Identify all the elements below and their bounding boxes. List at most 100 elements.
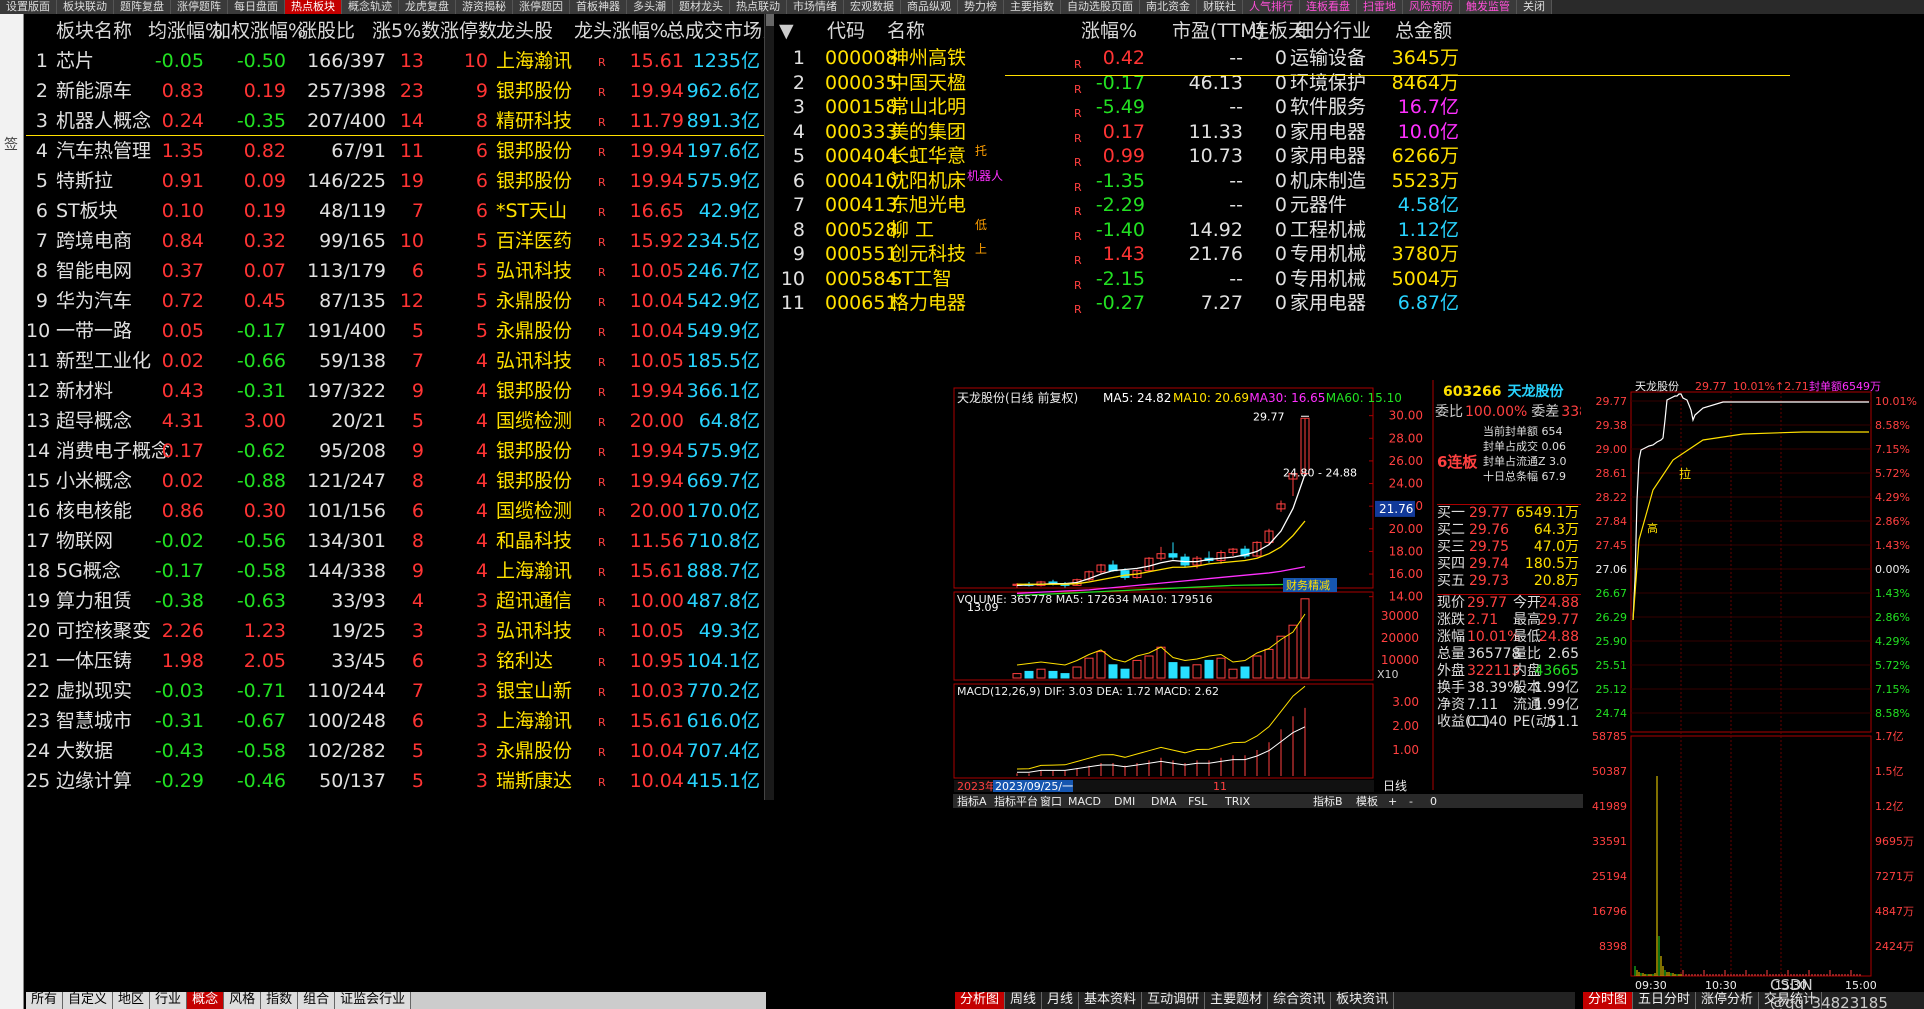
intraday-tab-0[interactable]: 分时图 bbox=[1583, 992, 1634, 1009]
top-tab-20[interactable]: 南北资金 bbox=[1140, 0, 1197, 14]
indicator-tab-1[interactable]: 指标平台 bbox=[994, 794, 1038, 808]
top-tab-12[interactable]: 题材龙头 bbox=[673, 0, 730, 14]
intraday-chart[interactable]: 天龙股份 29.77 10.01% ↑2.71 封单额6549万29.7729.3829… bbox=[1583, 380, 1924, 992]
category-tab-2[interactable]: 地区 bbox=[113, 992, 151, 1009]
sector-row[interactable]: 10 一带一路 0.05 -0.17 191/400 5 5 永鼎股份 10.04 549.9亿 R bbox=[26, 316, 766, 346]
top-tab-4[interactable]: 每日盘面 bbox=[228, 0, 285, 14]
top-tab-17[interactable]: 势力榜 bbox=[958, 0, 1004, 14]
category-tab-6[interactable]: 指数 bbox=[261, 992, 299, 1009]
sector-scrollbar[interactable] bbox=[764, 14, 774, 800]
top-tab-3[interactable]: 涨停题阵 bbox=[171, 0, 228, 14]
analysis-tab-0[interactable]: 分析图 bbox=[955, 992, 1006, 1009]
sector-row[interactable]: 3 机器人概念 0.24 -0.35 207/400 14 8 精研科技 11.79 891.3亿… bbox=[26, 106, 766, 136]
category-tab-8[interactable]: 证监会行业 bbox=[335, 992, 412, 1009]
indicator-tab-5[interactable]: DMA bbox=[1151, 795, 1177, 808]
sector-row[interactable]: 7 跨境电商 0.84 0.32 99/165 10 5 百洋医药 15.92 234.5亿 R bbox=[26, 226, 766, 256]
top-tab-27[interactable]: 关闭 bbox=[1517, 0, 1552, 14]
stock-header-1[interactable]: 名称 bbox=[887, 16, 925, 46]
analysis-tab-4[interactable]: 互动调研 bbox=[1142, 992, 1206, 1009]
top-tab-16[interactable]: 商品纵观 bbox=[901, 0, 958, 14]
intraday-tab-1[interactable]: 五日分时 bbox=[1633, 992, 1697, 1009]
intraday-tab-2[interactable]: 涨停分析 bbox=[1696, 992, 1760, 1009]
stock-row[interactable]: 11 000651 格力电器 -0.27 7.27 0 家用电器 6.87亿 R bbox=[777, 291, 1924, 316]
sector-header-2[interactable]: 加权涨幅% bbox=[212, 16, 306, 46]
indicator-tab-4[interactable]: DMI bbox=[1114, 795, 1135, 808]
category-tab-1[interactable]: 自定义 bbox=[63, 992, 114, 1009]
analysis-tab-3[interactable]: 基本资料 bbox=[1079, 992, 1143, 1009]
sector-row[interactable]: 18 5G概念 -0.17 -0.58 144/338 9 4 上海瀚讯 15.61 888.7亿… bbox=[26, 556, 766, 586]
indicator-right-1[interactable]: 模板 bbox=[1356, 794, 1378, 808]
indicator-right-4[interactable]: 0 bbox=[1430, 795, 1437, 808]
sector-header-0[interactable]: 板块名称 bbox=[56, 16, 132, 46]
top-tab-24[interactable]: 扫雷地 bbox=[1357, 0, 1403, 14]
scroll-up-arrow[interactable] bbox=[766, 14, 774, 26]
sector-row[interactable]: 25 边缘计算 -0.29 -0.46 50/137 5 3 瑞斯康达 10.04 415.1亿 R bbox=[26, 766, 766, 796]
period-button[interactable]: 日线 bbox=[1383, 779, 1407, 793]
analysis-tab-6[interactable]: 综合资讯 bbox=[1268, 992, 1332, 1009]
top-tab-0[interactable]: 设置版面 bbox=[0, 0, 57, 14]
top-tab-21[interactable]: 财联社 bbox=[1197, 0, 1243, 14]
indicator-tab-3[interactable]: MACD bbox=[1068, 795, 1101, 808]
top-tab-23[interactable]: 连板看盘 bbox=[1300, 0, 1357, 14]
analysis-tab-1[interactable]: 周线 bbox=[1005, 992, 1043, 1009]
category-tab-0[interactable]: 所有 bbox=[26, 992, 64, 1009]
top-tab-19[interactable]: 自动选股页面 bbox=[1061, 0, 1140, 14]
indicator-tab-0[interactable]: 指标A bbox=[957, 794, 987, 808]
sector-row[interactable]: 20 可控核聚变 2.26 1.23 19/25 3 3 弘讯科技 10.05 49.3亿 R bbox=[26, 616, 766, 646]
category-tab-5[interactable]: 风格 bbox=[224, 992, 262, 1009]
top-tab-7[interactable]: 龙虎复盘 bbox=[399, 0, 456, 14]
sector-row[interactable]: 11 新型工业化 0.02 -0.66 59/138 7 4 弘讯科技 10.05 185.5亿 R bbox=[26, 346, 766, 376]
analysis-tab-2[interactable]: 月线 bbox=[1042, 992, 1080, 1009]
top-tab-6[interactable]: 概念轨迹 bbox=[342, 0, 399, 14]
sector-row[interactable]: 5 特斯拉 0.91 0.09 146/225 19 6 银邦股份 19.94 575.9亿 R bbox=[26, 166, 766, 196]
top-tab-10[interactable]: 首板神器 bbox=[570, 0, 627, 14]
category-tab-4[interactable]: 概念 bbox=[187, 992, 225, 1009]
sector-row[interactable]: 4 汽车热管理 1.35 0.82 67/91 11 6 银邦股份 19.94 197.6亿 R bbox=[26, 136, 766, 166]
sector-header-7[interactable]: 龙头涨幅% bbox=[574, 16, 668, 46]
sector-row[interactable]: 8 智能电网 0.37 0.07 113/179 6 5 弘讯科技 10.05 246.7亿 R bbox=[26, 256, 766, 286]
top-tab-8[interactable]: 游资揭秘 bbox=[456, 0, 513, 14]
category-tab-7[interactable]: 组合 bbox=[298, 992, 336, 1009]
indicator-tab-6[interactable]: FSL bbox=[1188, 795, 1208, 808]
sector-header-3[interactable]: 涨股比 bbox=[298, 16, 355, 46]
sector-header-8[interactable]: 总成交 bbox=[666, 16, 723, 46]
sector-row[interactable]: 2 新能源车 0.83 0.19 257/398 23 9 银邦股份 19.94 962.6亿 R bbox=[26, 76, 766, 106]
stock-header-0[interactable]: 代码 bbox=[827, 16, 865, 46]
sector-row[interactable]: 14 消费电子概念 0.17 -0.62 95/208 9 4 银邦股份 19.94 575.9亿… bbox=[26, 436, 766, 466]
top-tab-18[interactable]: 主要指数 bbox=[1004, 0, 1061, 14]
finance-badge[interactable]: 财务精减 bbox=[1286, 578, 1330, 592]
top-tab-1[interactable]: 板块联动 bbox=[57, 0, 114, 14]
analysis-tab-7[interactable]: 板块资讯 bbox=[1331, 992, 1395, 1009]
sector-row[interactable]: 1 芯片 -0.05 -0.50 166/397 13 10 上海瀚讯 15.61 1235亿 R bbox=[26, 46, 766, 76]
indicator-right-3[interactable]: - bbox=[1409, 795, 1413, 808]
sector-row[interactable]: 23 智慧城市 -0.31 -0.67 100/248 6 3 上海瀚讯 15.61 616.0亿… bbox=[26, 706, 766, 736]
sector-row[interactable]: 19 算力租赁 -0.38 -0.63 33/93 4 3 超讯通信 10.00 487.8亿 R bbox=[26, 586, 766, 616]
sector-row[interactable]: 9 华为汽车 0.72 0.45 87/135 12 5 永鼎股份 10.04 542.9亿 R bbox=[26, 286, 766, 316]
top-tab-25[interactable]: 风险预防 bbox=[1403, 0, 1460, 14]
sector-row[interactable]: 24 大数据 -0.43 -0.58 102/282 5 3 永鼎股份 10.04 707.4亿 R bbox=[26, 736, 766, 766]
top-tab-14[interactable]: 市场情绪 bbox=[787, 0, 844, 14]
sector-row[interactable]: 17 物联网 -0.02 -0.56 134/301 8 4 和晶科技 11.56 710.8亿 R bbox=[26, 526, 766, 556]
sector-header-6[interactable]: 龙头股 bbox=[496, 16, 553, 46]
sector-row[interactable]: 12 新材料 0.43 -0.31 197/322 9 4 银邦股份 19.94 366.1亿 R bbox=[26, 376, 766, 406]
sector-header-9[interactable]: 市场比 bbox=[724, 16, 766, 46]
sector-header-4[interactable]: 涨5%数 bbox=[372, 16, 440, 46]
sector-row[interactable]: 15 小米概念 0.02 -0.88 121/247 8 4 银邦股份 19.94 669.7亿 R bbox=[26, 466, 766, 496]
indicator-right-0[interactable]: 指标B bbox=[1313, 794, 1343, 808]
indicator-tab-2[interactable]: 窗口 bbox=[1040, 794, 1062, 808]
top-tab-13[interactable]: 热点联动 bbox=[730, 0, 787, 14]
indicator-right-2[interactable]: + bbox=[1388, 795, 1397, 808]
sector-row[interactable]: 13 超导概念 4.31 3.00 20/21 5 4 国缆检测 20.00 64.8亿 R bbox=[26, 406, 766, 436]
top-tab-9[interactable]: 涨停题因 bbox=[513, 0, 570, 14]
top-tab-26[interactable]: 触发监管 bbox=[1460, 0, 1517, 14]
sector-row[interactable]: 21 一体压铸 1.98 2.05 33/45 6 3 铭利达 10.95 104.1亿 R bbox=[26, 646, 766, 676]
sort-arrow-icon[interactable]: ▼ bbox=[779, 16, 794, 46]
analysis-tab-5[interactable]: 主要题材 bbox=[1205, 992, 1269, 1009]
sector-row[interactable]: 6 ST板块 0.10 0.19 48/119 7 6 *ST天山 16.65 42.9亿 R bbox=[26, 196, 766, 226]
sector-header-5[interactable]: 涨停数 bbox=[440, 16, 497, 46]
top-tab-15[interactable]: 宏观数据 bbox=[844, 0, 901, 14]
top-tab-2[interactable]: 题阵复盘 bbox=[114, 0, 171, 14]
top-tab-22[interactable]: 人气排行 bbox=[1243, 0, 1300, 14]
stock-header-3[interactable]: 涨幅% bbox=[1081, 16, 1137, 46]
sector-row[interactable]: 263D打印1.260.4157/8453银邦股份19.94108.9亿R bbox=[26, 796, 766, 800]
